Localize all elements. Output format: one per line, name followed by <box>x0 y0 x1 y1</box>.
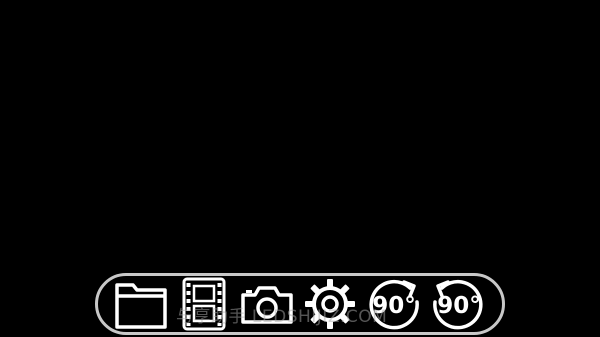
film-strip-icon <box>182 277 226 331</box>
display-screen: 90° 90° 与享助手 LEDSHIJIZ.COM <box>0 0 600 337</box>
rotate-counterclockwise-button[interactable]: 90° <box>428 275 488 333</box>
folder-button[interactable] <box>111 275 171 333</box>
video-button[interactable] <box>174 275 234 333</box>
rotate-clockwise-button[interactable]: 90° <box>364 275 424 333</box>
rotate-counterclockwise-icon: 90° <box>433 280 483 330</box>
folder-icon <box>115 283 167 329</box>
settings-button[interactable] <box>300 275 360 333</box>
camera-icon <box>241 286 293 324</box>
gear-icon <box>305 279 355 329</box>
rotate-counterclockwise-label: 90° <box>437 293 481 319</box>
camera-button[interactable] <box>237 275 297 333</box>
rotate-clockwise-label: 90° <box>372 293 416 319</box>
rotate-clockwise-icon: 90° <box>369 280 419 330</box>
